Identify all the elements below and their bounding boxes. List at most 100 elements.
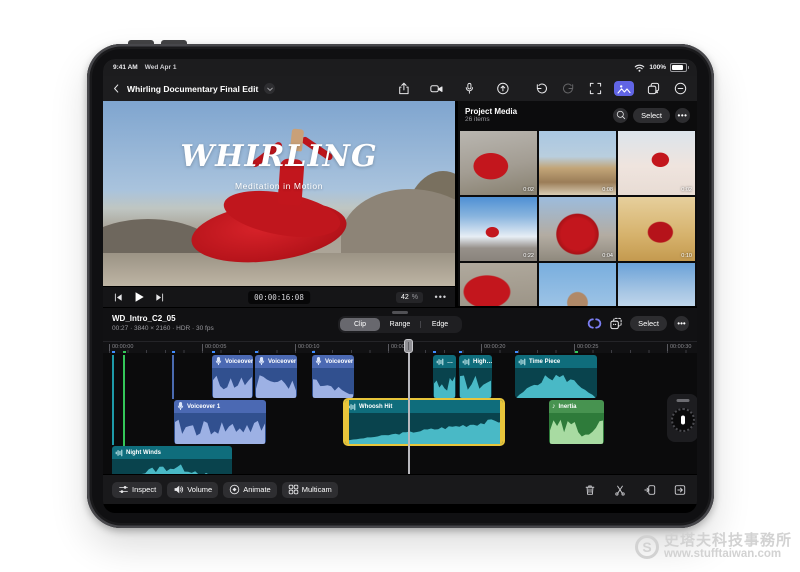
inspect-button[interactable]: Inspect <box>112 481 163 498</box>
clip-audio-wave-icon <box>436 358 444 366</box>
tool-button-label: Inspect <box>132 485 157 494</box>
clip-header: Whoosh Hit <box>345 400 503 413</box>
clip-waveform <box>174 413 266 444</box>
media-thumbnail[interactable]: 0:02 <box>618 131 695 195</box>
play-icon[interactable] <box>133 291 145 303</box>
media-thumbnail[interactable] <box>539 263 616 306</box>
clip-header: Night Winds <box>112 446 232 459</box>
timeline-clip[interactable]: High… <box>459 355 492 398</box>
timeline-clip[interactable]: Voiceover 2 <box>255 355 297 398</box>
timeline-section: WD_Intro_C2_05 00:27 · 3840 × 2160 · HDR… <box>103 308 697 474</box>
media-thumbnail[interactable]: 0:02 <box>460 131 537 195</box>
clip-mic-icon <box>258 357 265 366</box>
media-thumbnail[interactable]: 0:10 <box>618 197 695 261</box>
media-thumbnail[interactable] <box>460 263 537 306</box>
video-viewer[interactable]: WHIRLING Meditation in Motion <box>103 101 455 286</box>
media-thumbnail[interactable]: 0:04 <box>539 197 616 261</box>
animate-button[interactable]: Animate <box>223 481 277 498</box>
magnetic-timeline-icon[interactable] <box>587 317 602 330</box>
animate-icon <box>229 484 240 495</box>
timeline-clip[interactable]: Time Piece <box>515 355 597 398</box>
timeline-clip[interactable]: Voiceover 3 <box>312 355 354 398</box>
media-thumbnail[interactable]: 0:08 <box>539 131 616 195</box>
multicam-button[interactable]: Multicam <box>281 481 338 498</box>
media-select-button[interactable]: Select <box>633 107 670 123</box>
timeline-clip[interactable]: Whoosh Hit <box>345 400 503 444</box>
clip-waveform <box>255 368 297 398</box>
back-chevron-icon[interactable] <box>112 83 121 94</box>
title-bar: Whirling Documentary Final Edit <box>103 76 697 101</box>
timecode-display[interactable]: 00:00:16:08 <box>248 290 310 304</box>
search-icon <box>616 110 626 120</box>
playhead-handle[interactable] <box>404 339 413 353</box>
clip-waveform <box>433 368 456 398</box>
clip-audio-wave-icon <box>348 403 356 411</box>
trash-button[interactable] <box>582 483 598 497</box>
timeline-clip[interactable]: Voiceover 2 <box>212 355 253 398</box>
mic-icon <box>463 82 475 95</box>
blade-button[interactable] <box>612 483 628 497</box>
timeline-clip[interactable]: ♪ Inertia <box>549 400 604 444</box>
more-circle-button[interactable] <box>672 82 688 96</box>
voiceover-button[interactable] <box>494 82 510 96</box>
watermark-logo: S <box>634 534 659 559</box>
clip-duration: 0:02 <box>681 187 692 193</box>
clip-mic-icon <box>177 402 184 411</box>
viewer-overlay-subtitle: Meditation in Motion <box>234 181 324 191</box>
share-button[interactable] <box>395 82 411 96</box>
title-dropdown-button[interactable] <box>264 83 276 94</box>
insert-icon <box>644 484 656 496</box>
ruler-label: 00:00:25 <box>574 344 598 351</box>
redo-icon <box>562 82 575 95</box>
timeline-clip[interactable]: Night Winds <box>112 446 232 474</box>
clip-audio-wave-icon <box>115 449 123 457</box>
media-thumbnail[interactable]: 0:22 <box>460 197 537 261</box>
skip-back-icon[interactable] <box>113 292 124 303</box>
watermark: S 史塔夫科技事務所 www.stufftaiwan.com <box>634 533 792 560</box>
collapsed-clip-marker <box>172 355 174 399</box>
duplicate-button[interactable] <box>645 82 661 96</box>
clip-name: High… <box>473 358 492 365</box>
redo-button[interactable] <box>560 82 576 96</box>
clip-duration: 0:08 <box>602 187 613 193</box>
mic-button[interactable] <box>461 82 477 96</box>
overwrite-icon <box>674 484 686 496</box>
timeline-project-meta: 00:27 · 3840 × 2160 · HDR · 30 fps <box>112 325 214 332</box>
skip-forward-icon[interactable] <box>154 292 165 303</box>
clip-waveform <box>112 459 232 474</box>
clip-name: Time Piece <box>529 358 561 365</box>
multicam-icon <box>288 484 299 495</box>
jog-wheel-panel[interactable] <box>667 394 697 442</box>
media-search-button[interactable] <box>613 107 629 123</box>
jog-wheel-dial[interactable] <box>670 408 695 432</box>
photo-button[interactable] <box>614 81 634 96</box>
expand-button[interactable] <box>587 82 603 96</box>
insert-button[interactable] <box>642 483 658 497</box>
volume-button[interactable]: Volume <box>167 481 219 498</box>
ruler-label: 00:00:20 <box>481 344 505 351</box>
overwrite-button[interactable] <box>672 483 688 497</box>
zoom-value: 42 <box>400 293 409 301</box>
timeline-clip[interactable]: … <box>433 355 456 398</box>
timeline-more-button[interactable]: ••• <box>674 316 689 331</box>
mode-edge[interactable]: Edge <box>420 318 460 331</box>
duplicate-dashed-icon[interactable] <box>609 317 623 330</box>
mode-clip[interactable]: Clip <box>340 318 380 331</box>
mode-range[interactable]: Range <box>380 318 420 331</box>
clip-header: … <box>433 355 456 368</box>
ipad-device-frame: 9:41 AM Wed Apr 1 100% Whirling Document… <box>87 44 714 528</box>
timeline-clip[interactable]: Voiceover 1 <box>174 400 266 444</box>
tool-button-label: Animate <box>243 485 271 494</box>
undo-button[interactable] <box>533 82 549 96</box>
clip-name: Voiceover 3 <box>325 358 354 365</box>
camera-button[interactable] <box>428 82 444 96</box>
timeline-select-button[interactable]: Select <box>630 316 667 331</box>
zoom-level[interactable]: 42% <box>395 291 423 303</box>
media-more-button[interactable]: ••• <box>675 107 690 123</box>
blade-icon <box>614 484 626 496</box>
viewer-more-button[interactable]: ••• <box>435 293 447 302</box>
clip-name: … <box>447 358 453 365</box>
media-thumbnail[interactable] <box>618 263 695 306</box>
clip-name: Inertia <box>558 403 577 410</box>
timeline-tracks[interactable]: Voiceover 2 Voiceover 2 Voiceover 3 … High… T… <box>103 353 697 474</box>
